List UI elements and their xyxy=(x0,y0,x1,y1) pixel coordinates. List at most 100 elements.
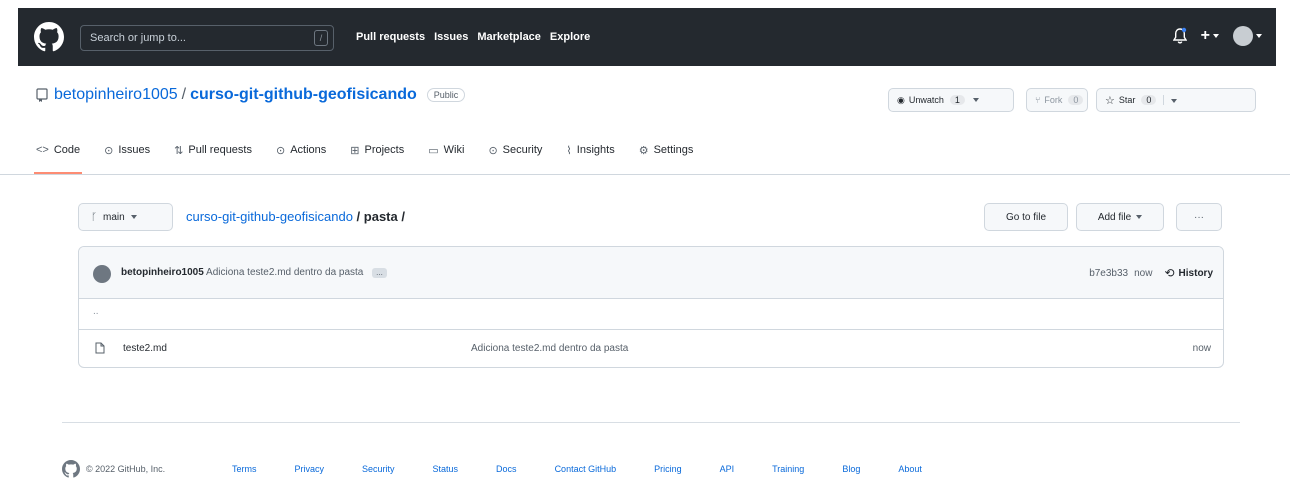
fork-icon: ⑂ xyxy=(1035,95,1041,105)
graph-icon: ⌇ xyxy=(566,144,572,157)
gear-icon: ⚙ xyxy=(638,144,649,157)
footer-link-docs[interactable]: Docs xyxy=(496,464,517,474)
branch-icon: ᚴ xyxy=(91,211,97,223)
chevron-down-icon xyxy=(130,215,137,219)
tab-issues[interactable]: ⊙ Issues xyxy=(104,136,150,174)
footer-links: Terms Privacy Security Status Docs Conta… xyxy=(232,464,922,474)
star-button-body[interactable]: ☆ Star 0 xyxy=(1096,88,1256,112)
github-logo-icon[interactable] xyxy=(62,460,80,478)
file-navigation: ᚴ main curso-git-github-geofisicando / p… xyxy=(78,200,1224,232)
tab-actions[interactable]: ⊙ Actions xyxy=(276,136,326,174)
history-link[interactable]: History xyxy=(1179,268,1213,279)
repo-separator: / xyxy=(181,86,187,103)
footer-link-api[interactable]: API xyxy=(720,464,735,474)
chevron-down-icon xyxy=(1256,34,1262,38)
tab-label: Pull requests xyxy=(188,144,252,156)
footer-copyright: © 2022 GitHub, Inc. xyxy=(86,464,166,474)
history-icon: ⟲ xyxy=(1164,266,1175,280)
footer-link-status[interactable]: Status xyxy=(433,464,459,474)
star-button[interactable]: ☆ Star 0 xyxy=(1096,88,1256,112)
file-age: now xyxy=(1192,343,1211,354)
tab-projects[interactable]: ⊞ Projects xyxy=(350,136,404,174)
commit-sha-link[interactable]: b7e3b33 xyxy=(1089,268,1128,279)
repo-tabs: <> Code ⊙ Issues ⇅ Pull requests ⊙ Actions ⊞… xyxy=(33,136,717,174)
header-bar: Search or jump to... / Pull requests Iss… xyxy=(18,8,1276,66)
footer-link-training[interactable]: Training xyxy=(772,464,804,474)
branch-select-button[interactable]: ᚴ main xyxy=(78,203,173,231)
more-options-button[interactable]: ··· xyxy=(1176,203,1222,231)
chevron-down-icon xyxy=(972,98,979,102)
latest-commit-bar: betopinheiro1005 Adiciona teste2.md dent… xyxy=(79,247,1223,299)
file-icon xyxy=(95,342,105,354)
star-label: Star xyxy=(1118,95,1136,105)
file-commit-message-link[interactable]: Adiciona teste2.md dentro da pasta xyxy=(471,343,628,354)
fork-button[interactable]: ⑂ Fork 0 xyxy=(1026,88,1088,112)
table-row[interactable]: teste2.md Adiciona teste2.md dentro da p… xyxy=(79,330,1223,367)
create-new-menu[interactable]: + xyxy=(1201,27,1219,45)
footer-link-contact[interactable]: Contact GitHub xyxy=(555,464,617,474)
search-input[interactable]: Search or jump to... / xyxy=(80,25,334,51)
avatar xyxy=(1233,26,1253,46)
nav-explore[interactable]: Explore xyxy=(550,31,590,43)
global-header: Search or jump to... / Pull requests Iss… xyxy=(0,0,1290,66)
branch-name: main xyxy=(103,211,125,223)
tabs-divider xyxy=(0,174,1290,175)
nav-marketplace[interactable]: Marketplace xyxy=(477,31,541,43)
repo-title: betopinheiro1005 / curso-git-github-geof… xyxy=(36,86,466,104)
search-shortcut-key: / xyxy=(314,30,328,46)
commit-message-link[interactable]: Adiciona teste2.md dentro da pasta xyxy=(206,267,363,278)
tab-pull-requests[interactable]: ⇅ Pull requests xyxy=(174,136,252,174)
footer-divider xyxy=(62,422,1240,423)
table-icon: ⊞ xyxy=(350,144,360,157)
parent-directory-link[interactable]: .. xyxy=(79,299,1223,330)
file-list: betopinheiro1005 Adiciona teste2.md dent… xyxy=(78,246,1224,368)
go-to-file-button[interactable]: Go to file xyxy=(984,203,1068,231)
unwatch-button[interactable]: ◉ Unwatch 1 xyxy=(888,88,1014,112)
tab-wiki[interactable]: ▭ Wiki xyxy=(428,136,464,174)
notification-bell-icon[interactable] xyxy=(1172,27,1187,45)
footer-link-security[interactable]: Security xyxy=(362,464,395,474)
tab-security[interactable]: ⊙ Security xyxy=(488,136,542,174)
chevron-down-icon xyxy=(1171,98,1178,103)
play-icon: ⊙ xyxy=(275,144,286,157)
tab-label: Insights xyxy=(576,144,615,156)
breadcrumb-repo-link[interactable]: curso-git-github-geofisicando xyxy=(186,209,353,224)
add-file-label: Add file xyxy=(1097,211,1132,223)
tab-label: Security xyxy=(502,144,543,156)
commit-author-link[interactable]: betopinheiro1005 xyxy=(121,267,204,278)
footer-link-privacy[interactable]: Privacy xyxy=(295,464,325,474)
repo-name-link[interactable]: curso-git-github-geofisicando xyxy=(190,86,417,104)
footer-link-blog[interactable]: Blog xyxy=(842,464,860,474)
repo-owner-link[interactable]: betopinheiro1005 xyxy=(54,86,178,104)
file-name-link[interactable]: teste2.md xyxy=(123,343,167,354)
tab-settings[interactable]: ⚙ Settings xyxy=(639,136,694,174)
tab-label: Wiki xyxy=(443,144,465,156)
footer-link-terms[interactable]: Terms xyxy=(232,464,257,474)
visibility-badge: Public xyxy=(426,88,466,102)
footer-link-about[interactable]: About xyxy=(898,464,922,474)
tab-insights[interactable]: ⌇ Insights xyxy=(566,136,614,174)
unwatch-label: Unwatch xyxy=(908,95,944,105)
plus-icon: + xyxy=(1200,27,1210,44)
shield-icon: ⊙ xyxy=(488,144,498,157)
user-menu[interactable] xyxy=(1233,26,1262,46)
code-icon: <> xyxy=(36,144,49,156)
commit-meta: b7e3b33 now ⟲ History xyxy=(1089,266,1213,280)
star-list-dropdown[interactable] xyxy=(1163,95,1178,105)
tab-code[interactable]: <> Code xyxy=(33,136,83,174)
fork-label: Fork xyxy=(1044,95,1063,105)
expand-commit-button[interactable]: ... xyxy=(372,268,387,278)
avatar[interactable] xyxy=(93,265,111,283)
github-logo-icon[interactable] xyxy=(34,22,64,52)
nav-pull-requests[interactable]: Pull requests xyxy=(356,31,425,43)
chevron-down-icon xyxy=(1213,33,1219,38)
nav-issues[interactable]: Issues xyxy=(434,31,468,43)
add-file-button[interactable]: Add file xyxy=(1076,203,1164,231)
issue-icon: ⊙ xyxy=(104,144,114,157)
fork-button-body[interactable]: ⑂ Fork 0 xyxy=(1026,88,1088,112)
footer-link-pricing[interactable]: Pricing xyxy=(654,464,682,474)
tab-label: Code xyxy=(53,144,81,156)
tab-label: Projects xyxy=(364,144,405,156)
search-placeholder: Search or jump to... xyxy=(90,32,186,44)
unwatch-button-body[interactable]: ◉ Unwatch 1 xyxy=(888,88,1014,112)
